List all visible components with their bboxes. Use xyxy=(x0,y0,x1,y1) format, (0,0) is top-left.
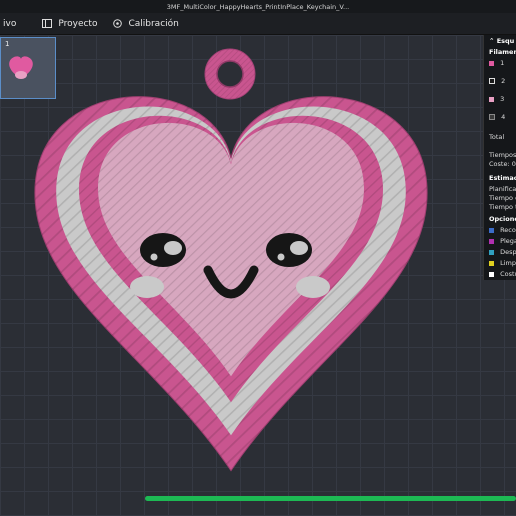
window-title-text: 3MF_MultiColor_HappyHearts_PrintInPlace_… xyxy=(166,2,350,11)
option-item[interactable]: Plegar xyxy=(489,237,516,245)
filament-label: 3 xyxy=(500,95,505,103)
option-color-swatch xyxy=(489,238,494,244)
filament-row[interactable]: 2 xyxy=(489,77,505,85)
collapse-icon[interactable]: ⌃ xyxy=(489,37,494,45)
filament-label: 4 xyxy=(501,113,506,121)
filament-color-swatch xyxy=(489,78,495,84)
sidebar-header-label: Esqu xyxy=(496,37,515,45)
filament-label: 2 xyxy=(501,77,506,85)
option-item[interactable]: Recorri xyxy=(489,226,516,234)
option-color-swatch xyxy=(489,271,494,277)
sidebar-header[interactable]: ⌃ Esqu xyxy=(489,37,514,45)
menu-calibration-label: Calibración xyxy=(128,18,179,29)
top-menu-bar: ivo Proyecto Calibración xyxy=(0,13,516,35)
option-color-swatch xyxy=(489,227,494,233)
total-label: Total xyxy=(489,133,505,141)
options-heading: Opciones xyxy=(489,215,516,223)
filament-row[interactable]: 1 xyxy=(489,59,504,67)
option-color-swatch xyxy=(489,249,494,255)
menu-project-label: Proyecto xyxy=(58,18,98,29)
calibration-icon xyxy=(113,19,123,28)
3d-viewport[interactable] xyxy=(0,35,516,516)
menu-calibration[interactable]: Calibración xyxy=(113,18,179,29)
time-label: Tiempo d xyxy=(489,194,516,202)
right-sidebar: ⌃ Esqu Filamento 1 2 3 4 Total Tiempos e… xyxy=(483,35,516,280)
heart-layers xyxy=(33,95,429,472)
option-item[interactable]: Costur xyxy=(489,270,516,278)
times-label: Tiempos e xyxy=(489,151,516,159)
filament-label: 1 xyxy=(500,59,505,67)
menu-archive-label: ivo xyxy=(3,18,17,29)
filament-row[interactable]: 4 xyxy=(489,113,505,121)
filaments-heading: Filamento xyxy=(489,48,516,56)
option-label: Costur xyxy=(500,270,516,278)
filament-row[interactable]: 3 xyxy=(489,95,504,103)
plan-label: Planificar xyxy=(489,185,516,193)
option-item[interactable]: Limpiar xyxy=(489,259,516,267)
layer-slider-bar[interactable] xyxy=(145,496,516,501)
option-label: Despley xyxy=(500,248,516,256)
cost-label: Coste: 0. xyxy=(489,160,516,168)
keychain-model[interactable] xyxy=(0,35,516,516)
project-icon xyxy=(42,19,53,28)
menu-project[interactable]: Proyecto xyxy=(42,19,97,29)
option-label: Plegar xyxy=(500,237,516,245)
option-color-swatch xyxy=(489,260,494,266)
plate-preview-icon xyxy=(9,56,33,79)
filament-color-swatch xyxy=(489,96,494,102)
menu-archive[interactable]: ivo xyxy=(3,19,16,29)
option-label: Recorri xyxy=(500,226,516,234)
filament-color-swatch xyxy=(489,60,494,66)
total-time-label: Tiempo to xyxy=(489,203,516,211)
option-label: Limpiar xyxy=(500,259,516,267)
estimation-heading: Estimació xyxy=(489,174,516,182)
window-title: 3MF_MultiColor_HappyHearts_PrintInPlace_… xyxy=(0,0,516,13)
plate-thumbnail[interactable]: 1 xyxy=(0,37,56,99)
keyring-loop xyxy=(204,48,256,100)
option-item[interactable]: Despley xyxy=(489,248,516,256)
filament-color-swatch xyxy=(489,114,495,120)
